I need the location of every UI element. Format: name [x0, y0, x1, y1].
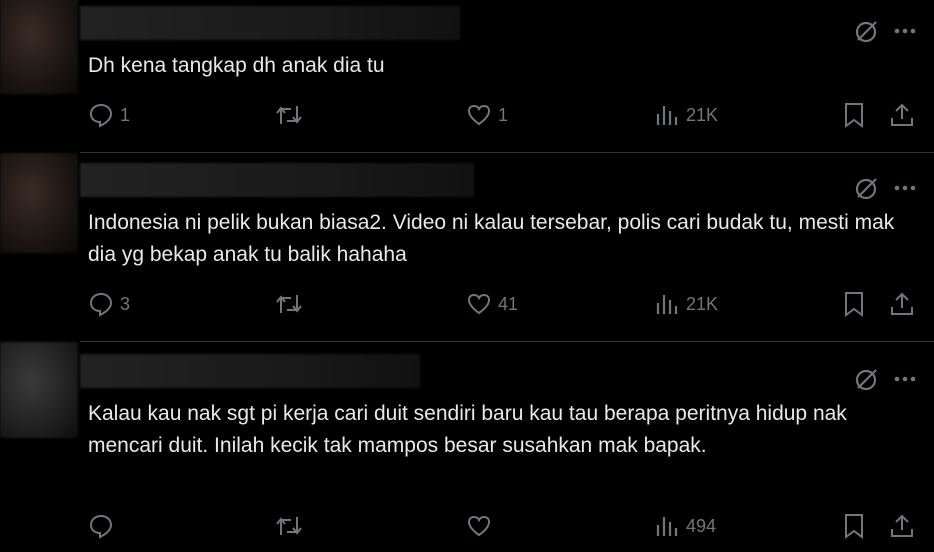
- reply-icon: [89, 292, 113, 317]
- retweet-button[interactable]: [274, 291, 310, 317]
- bookmark-button[interactable]: [842, 291, 866, 317]
- views-count: 21K: [686, 104, 719, 125]
- like-count: 1: [498, 104, 509, 125]
- like-button[interactable]: 41: [466, 291, 518, 317]
- like-icon: [467, 104, 491, 126]
- author-name-blurred[interactable]: [80, 354, 420, 388]
- avatar[interactable]: [0, 0, 78, 94]
- retweet-button[interactable]: [274, 513, 310, 539]
- views-count: 494: [686, 515, 717, 536]
- author-name-blurred[interactable]: [80, 163, 474, 197]
- views-count: 21K: [686, 293, 719, 314]
- avatar[interactable]: [0, 342, 78, 438]
- grok-icon[interactable]: [854, 175, 880, 201]
- tweet-actions: 494: [88, 513, 920, 543]
- tweet-text: Dh kena tangkap dh anak dia tu: [88, 54, 385, 77]
- tweet-top-actions: [854, 175, 916, 201]
- tweet-text: Indonesia ni pelik bukan biasa2. Video n…: [88, 211, 895, 266]
- grok-icon[interactable]: [854, 366, 880, 392]
- reply-button[interactable]: 1: [88, 102, 130, 128]
- tweet[interactable]: Indonesia ni pelik bukan biasa2. Video n…: [0, 153, 934, 341]
- more-icon[interactable]: [894, 28, 916, 34]
- views-button[interactable]: 21K: [654, 291, 718, 317]
- bookmark-button[interactable]: [842, 102, 866, 128]
- share-button[interactable]: [888, 513, 916, 539]
- like-button[interactable]: 1: [466, 102, 508, 128]
- reply-count: 3: [120, 293, 131, 314]
- bookmark-button[interactable]: [842, 513, 866, 539]
- retweet-icon: [276, 106, 302, 124]
- share-icon: [891, 292, 913, 315]
- share-button[interactable]: [888, 102, 916, 128]
- like-count: 41: [498, 293, 519, 314]
- tweet-top-actions: [854, 18, 916, 44]
- more-icon[interactable]: [894, 185, 916, 191]
- bookmark-icon: [845, 292, 863, 317]
- reply-count: 1: [120, 104, 131, 125]
- reply-icon: [89, 103, 113, 128]
- views-icon: [656, 106, 678, 125]
- views-icon: [656, 295, 678, 314]
- tweet-actions: 1 1 21K: [88, 102, 920, 132]
- tweet-top-actions: [854, 366, 916, 392]
- like-icon: [467, 515, 491, 537]
- reply-icon: [89, 514, 113, 539]
- tweet[interactable]: Kalau kau nak sgt pi kerja cari duit sen…: [0, 342, 934, 552]
- share-icon: [891, 103, 913, 126]
- views-button[interactable]: 494: [654, 513, 716, 539]
- bookmark-icon: [845, 514, 863, 539]
- views-button[interactable]: 21K: [654, 102, 718, 128]
- author-name-blurred[interactable]: [80, 6, 460, 40]
- share-icon: [891, 514, 913, 537]
- views-icon: [656, 517, 678, 536]
- like-icon: [467, 293, 491, 315]
- share-button[interactable]: [888, 291, 916, 317]
- tweet-text: Kalau kau nak sgt pi kerja cari duit sen…: [88, 402, 847, 457]
- tweet-actions: 3 41 21K: [88, 291, 920, 321]
- retweet-button[interactable]: [274, 102, 310, 128]
- avatar[interactable]: [0, 153, 78, 253]
- reply-button[interactable]: 3: [88, 291, 130, 317]
- grok-icon[interactable]: [854, 18, 880, 44]
- retweet-icon: [276, 295, 302, 313]
- retweet-icon: [276, 517, 302, 535]
- more-icon[interactable]: [894, 376, 916, 382]
- bookmark-icon: [845, 103, 863, 128]
- tweet[interactable]: Dh kena tangkap dh anak dia tu 1 1 21K: [0, 0, 934, 152]
- like-button[interactable]: [466, 513, 498, 539]
- reply-button[interactable]: [88, 513, 120, 539]
